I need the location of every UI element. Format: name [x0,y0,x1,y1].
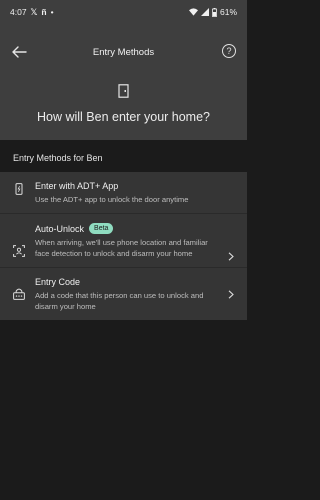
beta-badge: Beta [89,223,114,234]
help-icon: ? [226,46,232,56]
item-title: Auto-Unlock Beta [35,223,221,234]
face-scan-icon [13,245,25,257]
item-title: Entry Code [35,277,81,287]
x-app-icon: 𝕏 [30,6,38,17]
app-header: Entry Methods ? [0,38,247,66]
signal-icon [200,8,209,16]
notification-icon: ñ [41,6,47,17]
section-header: Entry Methods for Ben [13,153,103,163]
list-item-auto-unlock[interactable]: Auto-Unlock Beta When arriving, we'll us… [0,213,247,267]
back-arrow-icon[interactable] [10,44,28,60]
battery-icon [212,7,217,17]
list-item-entry-code[interactable]: Entry Code Add a code that this person c… [0,267,247,320]
chevron-right-icon [228,290,234,299]
item-description: Use the ADT+ app to unlock the door anyt… [35,195,189,204]
battery-percent: 61% [219,7,237,17]
status-bar: 4:07 𝕏 ñ • 61% [0,0,247,24]
phone-icon [15,183,23,195]
chevron-right-icon [228,252,234,261]
page-title: Entry Methods [92,46,155,58]
help-button[interactable]: ? [222,44,236,58]
dot-icon: • [50,6,54,17]
wifi-icon [188,8,198,16]
status-time: 4:07 [10,7,27,17]
item-title: Enter with ADT+ App [35,181,119,191]
entry-methods-list: Enter with ADT+ App Use the ADT+ app to … [0,172,247,320]
lock-keypad-icon [13,288,25,300]
door-icon [118,84,129,98]
item-description: When arriving, we'll use phone location … [35,238,208,258]
list-item-adt-app[interactable]: Enter with ADT+ App Use the ADT+ app to … [0,172,247,213]
item-description: Add a code that this person can use to u… [35,291,204,311]
question-heading: How will Ben enter your home? [37,110,210,124]
